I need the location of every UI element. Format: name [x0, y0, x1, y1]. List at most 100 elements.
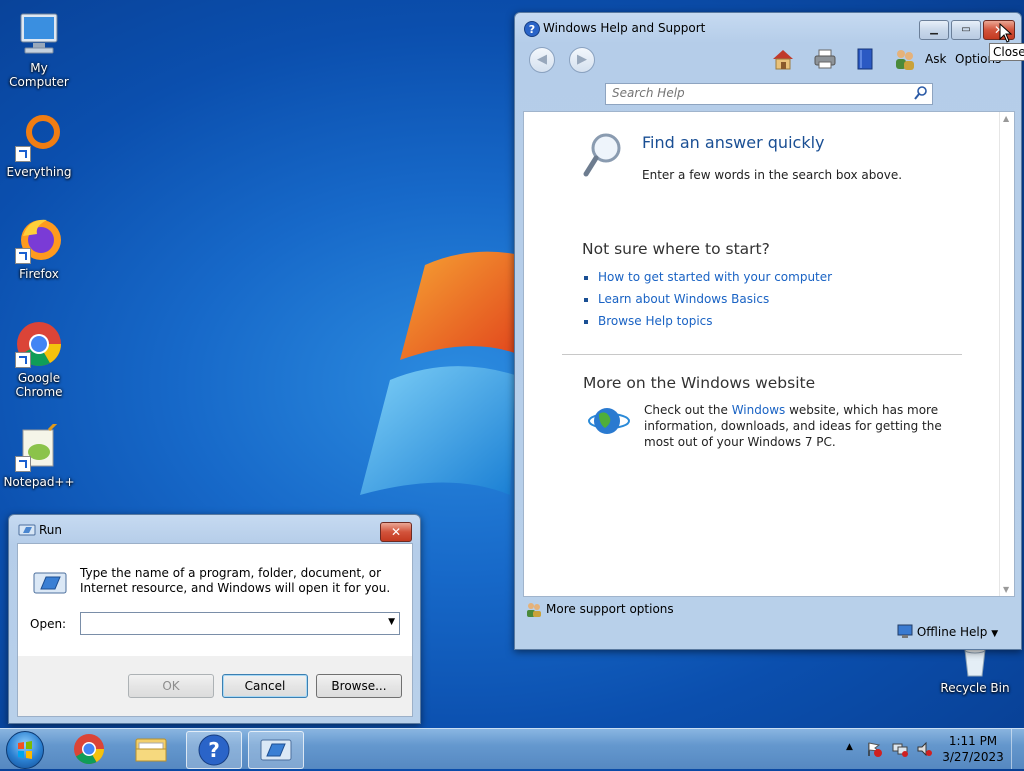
- shortcut-arrow-icon: [15, 352, 31, 368]
- clock-time: 1:11 PM: [948, 734, 998, 748]
- vertical-scrollbar[interactable]: ▲ ▼: [999, 112, 1014, 596]
- help-toolbar: ◀ ▶ Ask Options: [523, 43, 1013, 83]
- bullet: [584, 276, 588, 280]
- offline-help-label: Offline Help: [916, 625, 988, 639]
- dropdown-arrow-icon[interactable]: ▼: [388, 617, 395, 627]
- volume-muted-icon[interactable]: [916, 741, 932, 757]
- svg-text:?: ?: [529, 23, 535, 36]
- mouse-cursor-icon: [999, 23, 1013, 43]
- shortcut-arrow-icon: [15, 146, 31, 162]
- show-desktop-button[interactable]: [1011, 729, 1024, 769]
- run-close-button[interactable]: ✕: [380, 522, 412, 542]
- desktop-icon-google-chrome[interactable]: Google Chrome: [1, 320, 77, 399]
- open-combobox[interactable]: ▼: [80, 612, 400, 635]
- browse-button[interactable]: Browse...: [316, 674, 402, 698]
- run-icon: [18, 524, 36, 536]
- browse-help-book-icon[interactable]: [853, 47, 877, 71]
- taskbar-run[interactable]: [248, 731, 304, 769]
- taskbar-help-and-support[interactable]: ?: [186, 731, 242, 769]
- bullet: [584, 298, 588, 302]
- desktop-icon-label: Google Chrome: [15, 371, 63, 399]
- open-label: Open:: [30, 617, 67, 631]
- link-windows-website[interactable]: Windows: [732, 403, 786, 417]
- cancel-button[interactable]: Cancel: [222, 674, 308, 698]
- desktop-icon-label: Firefox: [19, 267, 59, 281]
- desktop-icon-firefox[interactable]: Firefox: [1, 216, 77, 281]
- run-body: Type the name of a program, folder, docu…: [17, 543, 413, 717]
- windows-logo-wallpaper: [360, 251, 520, 495]
- search-help-input[interactable]: [606, 84, 908, 102]
- shortcut-arrow-icon: [15, 456, 31, 472]
- chrome-icon: [74, 734, 104, 765]
- more-heading: More on the Windows website: [583, 374, 816, 392]
- taskbar-file-explorer[interactable]: [124, 731, 178, 767]
- desktop-icon-notepad-plus-plus[interactable]: Notepad++: [1, 418, 77, 489]
- shortcut-arrow-icon: [15, 248, 31, 264]
- ask-label[interactable]: Ask: [925, 52, 946, 66]
- desktop-icon-label: Notepad++: [3, 475, 75, 489]
- link-browse-help-topics[interactable]: Browse Help topics: [598, 314, 713, 328]
- home-icon[interactable]: [771, 47, 795, 71]
- run-description: Type the name of a program, folder, docu…: [80, 566, 391, 595]
- run-program-icon: [33, 572, 67, 594]
- network-icon[interactable]: [892, 741, 908, 757]
- clock-date: 3/27/2023: [942, 750, 1004, 764]
- clock[interactable]: 1:11 PM 3/27/2023: [940, 734, 1006, 764]
- start-button[interactable]: [6, 731, 44, 769]
- search-help-box: [605, 83, 933, 105]
- run-icon: [260, 739, 292, 761]
- ask-people-icon[interactable]: [893, 47, 917, 71]
- desktop-icon-my-computer[interactable]: My Computer: [1, 10, 77, 89]
- close-tooltip: Close: [989, 43, 1024, 61]
- help-icon: ?: [198, 734, 230, 766]
- search-icon[interactable]: [914, 86, 928, 100]
- folder-icon: [135, 738, 167, 762]
- print-icon[interactable]: [813, 47, 837, 71]
- maximize-button[interactable]: ▭: [951, 20, 981, 40]
- find-answer-subtitle: Enter a few words in the search box abov…: [642, 168, 903, 182]
- taskbar: ? ▲ 1:11 PM 3/27/2023: [0, 728, 1024, 769]
- minimize-button[interactable]: ▁: [919, 20, 949, 40]
- desktop-icon-label: Recycle Bin: [940, 681, 1010, 695]
- offline-monitor-icon: [897, 624, 913, 638]
- desktop-icon-label: Everything: [6, 165, 72, 179]
- run-button-area: OK Cancel Browse...: [18, 656, 412, 716]
- link-get-started[interactable]: How to get started with your computer: [598, 270, 832, 284]
- help-footer: More support options Offline Help ▼: [523, 597, 1013, 645]
- ok-button[interactable]: OK: [128, 674, 214, 698]
- windows-flag-icon: [18, 741, 32, 759]
- forward-button[interactable]: ▶: [569, 47, 595, 73]
- more-description: Check out the Windows website, which has…: [644, 402, 954, 450]
- magnifier-icon: [583, 133, 621, 177]
- offline-help-menu[interactable]: Offline Help ▼: [897, 624, 998, 639]
- link-windows-basics[interactable]: Learn about Windows Basics: [598, 292, 769, 306]
- section-divider: [562, 354, 962, 355]
- more-text-start: Check out the: [644, 403, 732, 417]
- help-titlebar[interactable]: ? Windows Help and Support ▁ ▭ ✕ Close: [515, 13, 1024, 61]
- run-titlebar[interactable]: Run ✕: [9, 515, 420, 543]
- action-center-flag-icon[interactable]: [866, 741, 882, 757]
- help-content-pane: Find an answer quickly Enter a few words…: [523, 111, 1015, 597]
- open-input[interactable]: [81, 613, 379, 632]
- run-title: Run: [39, 523, 63, 537]
- help-and-support-window: ? Windows Help and Support ▁ ▭ ✕ Close ◀…: [514, 12, 1024, 650]
- back-button[interactable]: ◀: [529, 47, 555, 73]
- show-hidden-icons-button[interactable]: ▲: [846, 742, 853, 752]
- help-icon: ?: [524, 21, 540, 37]
- support-people-icon: [527, 603, 541, 617]
- find-answer-title: Find an answer quickly: [642, 133, 825, 152]
- run-dialog: Run ✕ Type the name of a program, folder…: [8, 514, 421, 724]
- desktop-icon-recycle-bin[interactable]: Recycle Bin: [937, 644, 1013, 695]
- window-title: Windows Help and Support: [543, 21, 706, 35]
- computer-icon: [20, 13, 58, 54]
- more-support-options-link[interactable]: More support options: [546, 602, 674, 616]
- not-sure-heading: Not sure where to start?: [582, 240, 770, 258]
- scroll-down-arrow-icon[interactable]: ▼: [1003, 585, 1009, 594]
- desktop-icon-label: My Computer: [9, 61, 69, 89]
- scroll-up-arrow-icon[interactable]: ▲: [1003, 114, 1009, 123]
- svg-text:?: ?: [208, 738, 220, 762]
- bullet: [584, 320, 588, 324]
- desktop-icon-everything[interactable]: Everything: [1, 114, 77, 179]
- chevron-down-icon: ▼: [991, 629, 999, 639]
- taskbar-chrome[interactable]: [62, 731, 116, 767]
